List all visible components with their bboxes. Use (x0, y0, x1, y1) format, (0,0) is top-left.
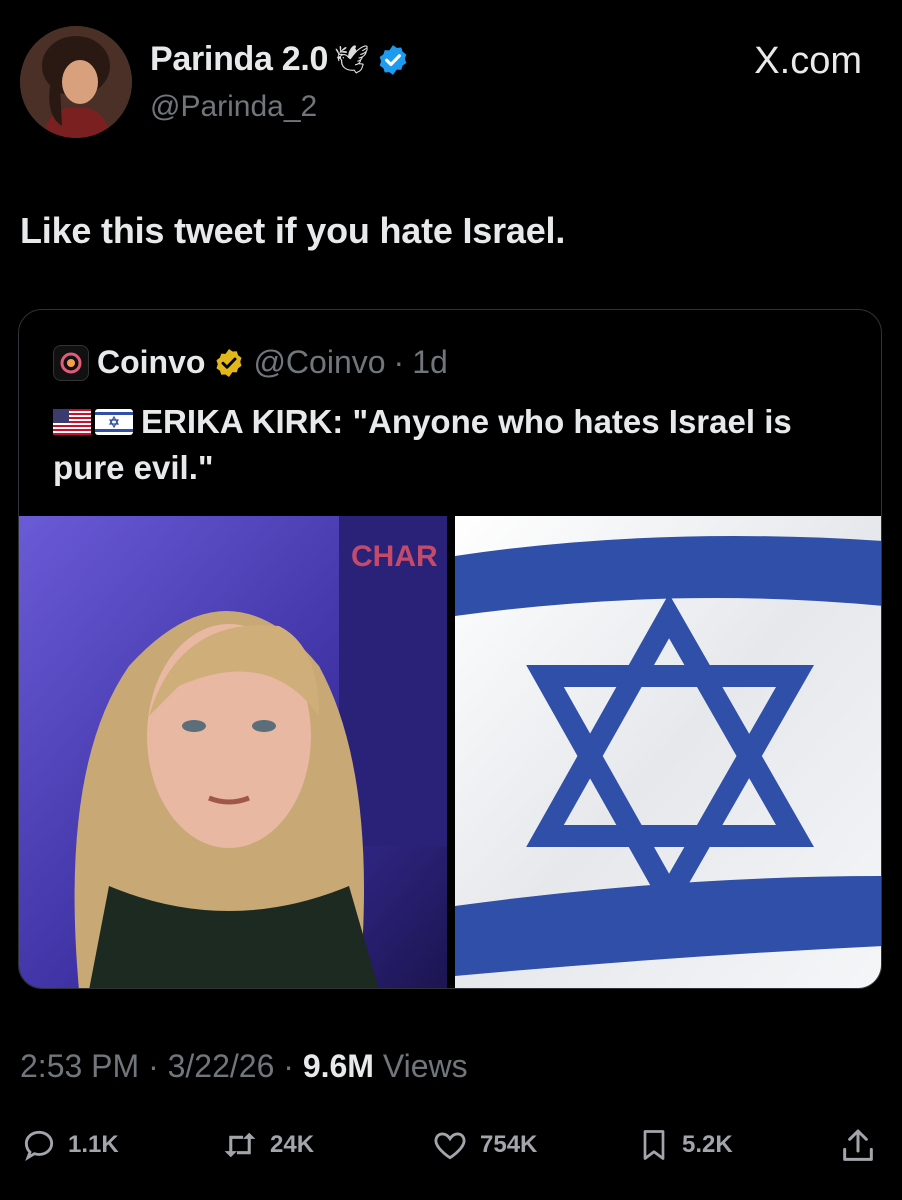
israel-flag-photo[interactable] (455, 516, 881, 988)
share-button[interactable] (838, 1126, 878, 1166)
bookmark-button[interactable]: 5.2K (636, 1126, 733, 1164)
repost-icon (224, 1132, 256, 1158)
quoted-tweet-card[interactable]: Coinvo @Coinvo · 1d ERIKA KIRK: "Anyone … (18, 309, 882, 989)
repost-count: 24K (270, 1131, 315, 1158)
gold-verified-badge-icon (213, 347, 245, 379)
avatar[interactable] (20, 26, 132, 138)
coinvo-logo-icon (53, 344, 89, 381)
views-label: Views (382, 1048, 468, 1084)
share-icon (843, 1129, 873, 1161)
views-count: 9.6M (302, 1048, 374, 1084)
author-handle[interactable]: @Parinda_2 (150, 90, 317, 124)
quoted-tweet-media[interactable]: CHAR KIR (19, 516, 881, 988)
separator-dot: · (148, 1048, 168, 1084)
tweet-date[interactable]: 3/22/26 (168, 1048, 275, 1084)
separator-dot: · (393, 344, 405, 380)
repost-button[interactable]: 24K (220, 1126, 314, 1164)
quoted-author-handle[interactable]: @Coinvo (253, 344, 385, 381)
like-count: 754K (480, 1131, 538, 1158)
dove-emoji: 🕊 (334, 44, 370, 75)
author-name-row[interactable]: Parinda 2.0 🕊 (150, 40, 410, 79)
like-button[interactable]: 754K (430, 1126, 537, 1164)
tweet-time[interactable]: 2:53 PM (20, 1048, 139, 1084)
heart-icon (434, 1132, 466, 1160)
israel-flag-icon (95, 402, 133, 446)
photo-background-text: CHAR KIR (351, 540, 447, 573)
separator-dot: · (283, 1048, 303, 1084)
bookmark-icon (643, 1130, 665, 1160)
action-bar: 1.1K 24K 754K 5.2K (20, 1118, 882, 1178)
quoted-text-content: ERIKA KIRK: "Anyone who hates Israel is … (53, 403, 792, 486)
erika-kirk-photo[interactable]: CHAR KIR (19, 516, 447, 988)
quoted-tweet-text: ERIKA KIRK: "Anyone who hates Israel is … (53, 400, 833, 490)
verified-badge-icon (376, 43, 410, 77)
quoted-author-name[interactable]: Coinvo (97, 344, 205, 381)
tweet-text: Like this tweet if you hate Israel. (20, 210, 566, 251)
reply-count: 1.1K (68, 1131, 119, 1158)
x-logo: X.com (754, 40, 862, 82)
tweet-meta: 2:53 PM · 3/22/26 · 9.6M Views (20, 1048, 468, 1085)
us-flag-icon (53, 402, 91, 446)
bookmark-count: 5.2K (682, 1131, 733, 1158)
quoted-tweet-age: 1d (412, 344, 448, 380)
author-display-name[interactable]: Parinda 2.0 (150, 40, 328, 79)
reply-button[interactable]: 1.1K (20, 1126, 119, 1164)
reply-icon (24, 1130, 54, 1162)
quoted-tweet-header: Coinvo @Coinvo · 1d (53, 344, 448, 381)
